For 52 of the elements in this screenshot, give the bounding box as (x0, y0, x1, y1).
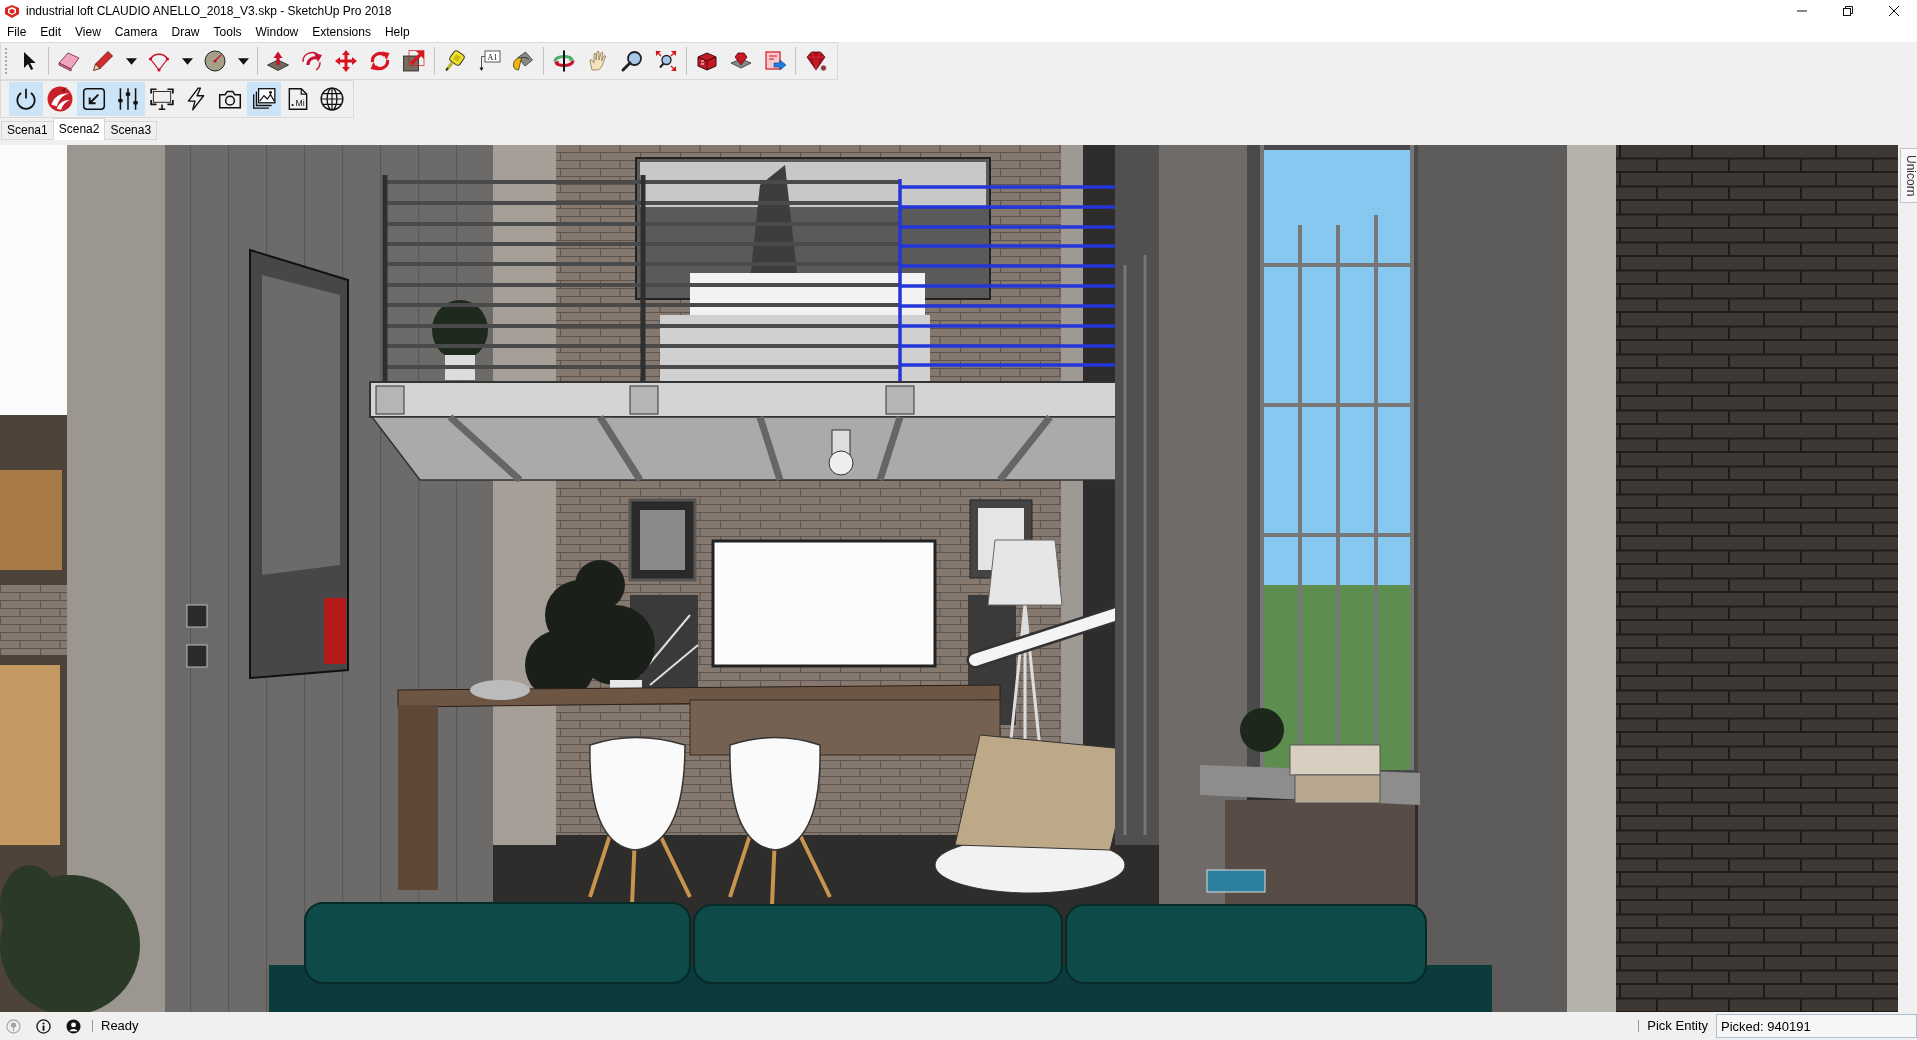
file-button[interactable]: Mi (281, 82, 315, 116)
menu-item[interactable]: File (0, 22, 34, 42)
menu-item[interactable]: Help (377, 22, 417, 42)
sliders-icon (115, 86, 141, 112)
menu-item[interactable]: Extensions (305, 22, 378, 42)
curved-arrow-icon (300, 49, 324, 73)
magnifier-arrows-icon (654, 49, 678, 73)
document-arrow-icon (763, 49, 787, 73)
menu-item[interactable]: Camera (107, 22, 165, 42)
magnifier-icon (620, 49, 644, 73)
app-logo-icon (4, 3, 20, 19)
paint-bucket-icon (511, 49, 535, 73)
tape-measure-icon (443, 49, 467, 73)
arrow-button[interactable] (77, 82, 111, 116)
scene-tab[interactable]: Scena2 (52, 118, 106, 140)
arrow-down-left-icon (81, 86, 107, 112)
power-button[interactable] (9, 82, 43, 116)
menu-item[interactable]: View (68, 22, 108, 42)
box-arrow-up-icon (266, 49, 290, 73)
status-text: Ready (101, 1017, 139, 1036)
text-tool-button[interactable]: A1 (472, 44, 506, 78)
icon-text: Mi (295, 98, 305, 109)
pencil-icon (91, 49, 115, 73)
window-title: industrial loft CLAUDIO ANELLO_2018_V3.skp - SketchUp Pro 2018 (26, 3, 392, 20)
info-icon[interactable] (36, 1018, 51, 1034)
caret-icon (181, 57, 193, 65)
menu-item[interactable]: Window (248, 22, 306, 42)
icon-text: A1 (487, 52, 498, 62)
circular-arrows-icon (368, 49, 392, 73)
gem-icon (804, 49, 828, 73)
globe-icon (319, 86, 345, 112)
logo-icon (47, 86, 73, 112)
images-button[interactable] (247, 82, 281, 116)
tool-hint-text: Pick Entity (1647, 1017, 1708, 1036)
four-arrows-icon (334, 49, 358, 73)
restore-icon (1843, 6, 1853, 16)
scene-tab[interactable]: Scena3 (104, 121, 158, 140)
measurements-field[interactable]: Picked: 940191 (1716, 1014, 1917, 1038)
caret-icon (125, 57, 137, 65)
orbit-arrows-icon (552, 49, 576, 73)
circle-icon (203, 49, 227, 73)
menu-item[interactable]: Tools (206, 22, 249, 42)
scene-tab[interactable]: Scena1 (1, 121, 54, 140)
monitor-icon (149, 86, 175, 112)
images-icon (251, 86, 277, 112)
menu-item[interactable]: Draw (164, 22, 207, 42)
close-icon (1889, 6, 1899, 16)
caret-icon (237, 57, 249, 65)
square-arrow-icon (402, 49, 426, 73)
user-icon[interactable] (66, 1018, 81, 1034)
sliders-button[interactable] (111, 82, 145, 116)
menu-item[interactable]: Edit (33, 22, 69, 42)
